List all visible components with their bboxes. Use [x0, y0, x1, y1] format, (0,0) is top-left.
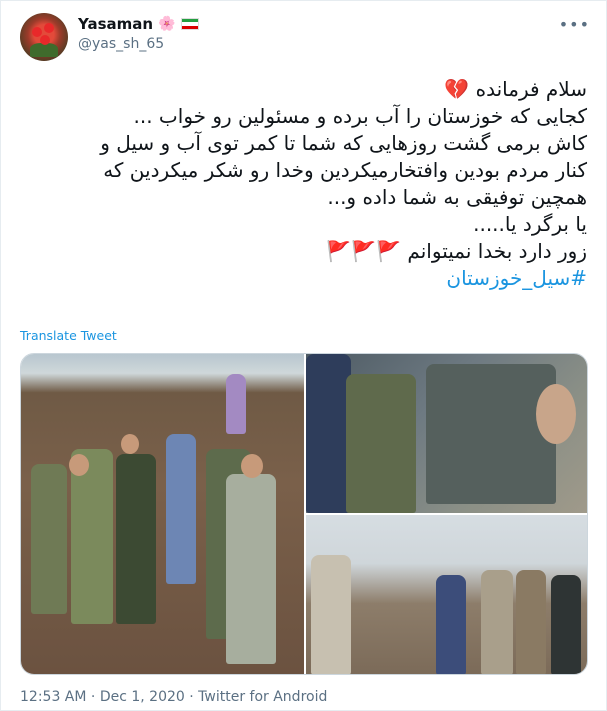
tweet-line: کاش برمی گشت روزهایی که شما تا کمر توی آ… — [100, 131, 587, 155]
figure — [226, 374, 246, 434]
iran-flag-icon — [180, 18, 199, 30]
user-name-row[interactable]: Yasaman 🌸 — [78, 15, 199, 33]
more-options-icon[interactable]: ••• — [559, 15, 590, 34]
meta-separator: · — [86, 689, 100, 705]
head — [121, 434, 139, 454]
tweet-card: Yasaman 🌸 @yas_sh_65 ••• سلام فرمانده 💔 … — [0, 0, 607, 711]
figure — [31, 464, 67, 614]
tweet-meta: 12:53 AM · Dec 1, 2020 · Twitter for And… — [20, 689, 327, 705]
tweet-line: یا برگرد یا..... — [473, 212, 587, 236]
tweet-time[interactable]: 12:53 AM — [20, 689, 86, 705]
figure — [551, 575, 581, 674]
figure — [116, 454, 156, 624]
avatar-plant — [30, 43, 58, 57]
avatar-flower — [44, 23, 54, 33]
tweet-text: سلام فرمانده 💔 کجایی که خوزستان را آب بر… — [21, 76, 587, 292]
avatar[interactable] — [20, 13, 68, 61]
cherry-blossom-icon: 🌸 — [158, 16, 176, 32]
hashtag-link[interactable]: #سیل_خوزستان — [21, 265, 587, 292]
meta-separator: · — [184, 689, 199, 705]
figure — [481, 570, 513, 674]
tweet-line: کجایی که خوزستان را آب برده و مسئولین رو… — [133, 104, 588, 128]
figure — [306, 354, 351, 513]
translate-tweet-link[interactable]: Translate Tweet — [20, 328, 117, 343]
figure — [346, 374, 416, 513]
tweet-line: زور دارد بخدا نمیتوانم 🚩🚩🚩 — [326, 239, 587, 263]
figure — [426, 364, 556, 504]
tweet-date[interactable]: Dec 1, 2020 — [100, 689, 185, 705]
photo-closeup-uniform[interactable] — [306, 354, 587, 513]
figure — [311, 555, 351, 674]
tweet-line: کنار مردم بودین وافتخارمیکردین وخدا رو ش… — [103, 158, 587, 182]
avatar-flower — [40, 35, 50, 45]
figure — [166, 434, 196, 584]
figure — [436, 575, 466, 674]
figure — [516, 570, 546, 674]
head — [69, 454, 89, 476]
tweet-source[interactable]: Twitter for Android — [198, 689, 327, 705]
media-grid — [20, 353, 588, 675]
head — [241, 454, 263, 478]
user-name[interactable]: Yasaman — [78, 15, 153, 33]
tweet-line: همچین توفیقی به شما داده و... — [327, 185, 587, 209]
user-handle[interactable]: @yas_sh_65 — [78, 36, 164, 52]
tweet-line: سلام فرمانده 💔 — [444, 77, 587, 101]
figure — [226, 474, 276, 664]
hand — [536, 384, 576, 444]
photo-flood-site[interactable] — [306, 515, 587, 674]
photo-commanders-walking[interactable] — [21, 354, 304, 674]
